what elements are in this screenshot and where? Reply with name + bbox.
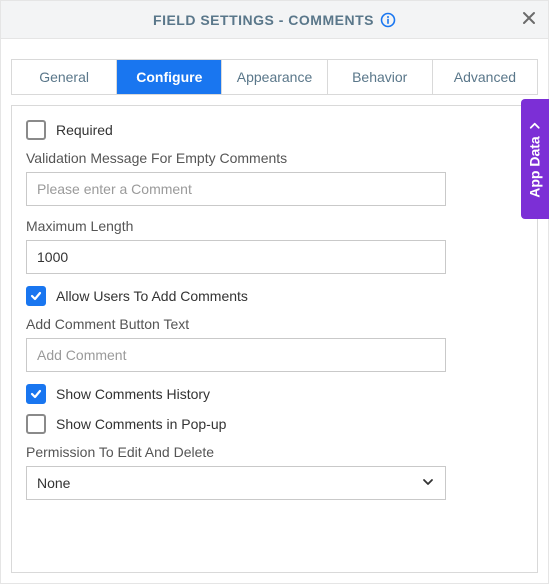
max-length-label: Maximum Length xyxy=(26,218,523,234)
dialog-header: FIELD SETTINGS - COMMENTS xyxy=(1,1,548,39)
show-popup-label: Show Comments in Pop-up xyxy=(56,416,226,432)
button-text-label: Add Comment Button Text xyxy=(26,316,523,332)
tab-advanced[interactable]: Advanced xyxy=(433,60,537,94)
dialog-title-text: FIELD SETTINGS - COMMENTS xyxy=(153,12,374,28)
show-popup-checkbox[interactable] xyxy=(26,414,46,434)
tab-general[interactable]: General xyxy=(12,60,117,94)
tab-behavior[interactable]: Behavior xyxy=(328,60,433,94)
field-settings-dialog: FIELD SETTINGS - COMMENTS General Config… xyxy=(0,0,549,584)
validation-msg-input[interactable] xyxy=(26,172,446,206)
permission-select[interactable]: None xyxy=(26,466,446,500)
app-data-label: App Data xyxy=(527,136,543,197)
allow-add-comments-checkbox[interactable] xyxy=(26,286,46,306)
tab-appearance[interactable]: Appearance xyxy=(222,60,327,94)
app-data-side-tab[interactable]: App Data xyxy=(521,99,549,219)
required-checkbox[interactable] xyxy=(26,120,46,140)
show-history-label: Show Comments History xyxy=(56,386,210,402)
show-history-checkbox[interactable] xyxy=(26,384,46,404)
permission-select-value: None xyxy=(37,475,70,491)
allow-add-comments-label: Allow Users To Add Comments xyxy=(56,288,248,304)
button-text-input[interactable] xyxy=(26,338,446,372)
chevron-down-icon xyxy=(421,475,435,492)
dialog-title: FIELD SETTINGS - COMMENTS xyxy=(153,12,396,28)
tab-bar: General Configure Appearance Behavior Ad… xyxy=(11,59,538,95)
max-length-input[interactable] xyxy=(26,240,446,274)
configure-panel: Required Validation Message For Empty Co… xyxy=(11,105,538,573)
info-icon[interactable] xyxy=(380,12,396,28)
validation-msg-label: Validation Message For Empty Comments xyxy=(26,150,523,166)
tab-configure[interactable]: Configure xyxy=(117,60,222,94)
required-label: Required xyxy=(56,122,113,138)
permission-label: Permission To Edit And Delete xyxy=(26,444,523,460)
chevron-left-icon xyxy=(527,120,543,130)
close-button[interactable] xyxy=(520,9,538,30)
